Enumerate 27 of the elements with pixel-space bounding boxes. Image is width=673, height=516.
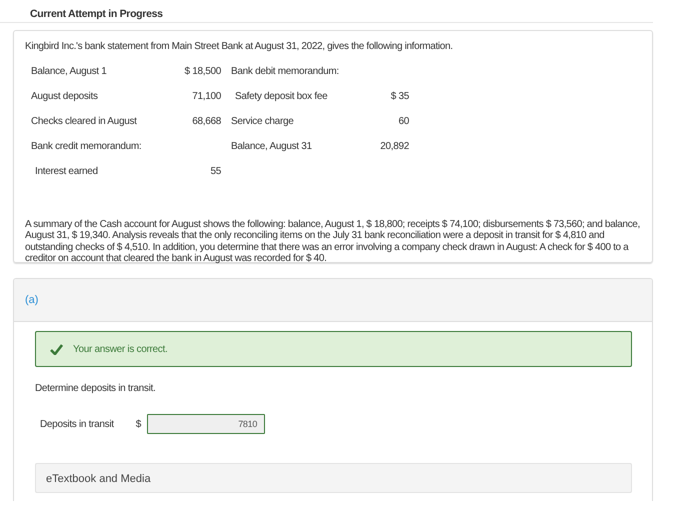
statement-label: Safety deposit box fee	[235, 90, 328, 102]
statement-label: Balance, August 31	[231, 140, 312, 152]
statement-amount: $ 35	[390, 90, 409, 102]
statement-label: Balance, August 1	[31, 66, 107, 78]
question-text: Determine deposits in transit.	[35, 383, 157, 394]
etextbook-media-bar[interactable]: eTextbook and Media	[35, 463, 632, 493]
page-heading: Current Attempt in Progress	[30, 8, 163, 20]
currency-symbol: $	[136, 418, 142, 430]
summary-paragraph: A summary of the Cash account for August shows the following: balance, August 1, $ 18,800; receipts $ 74,100; disbursements $ 73,560; and balance, August 31, $ 19,340. Analysis reveals that the only reconciling items on the July 31 bank reconciliation were a deposit in transit for $ 4,810 and outstanding checks of $ 4,510. In addition, you determine that there was an error involving a company check drawn in August: A check for $ 400 to a creditor on account that cleared the bank in August was recorded for $ 40.	[25, 218, 640, 264]
statement-label: Checks cleared in August	[31, 116, 137, 128]
statement-amount: 55	[210, 166, 221, 178]
statement-amount: $ 18,500	[184, 66, 221, 78]
feedback-message: Your answer is correct.	[73, 344, 168, 354]
answer-label: Deposits in transit	[40, 418, 114, 430]
answer-field[interactable]: 7810	[147, 414, 266, 434]
checkmark-icon	[50, 344, 63, 354]
statement-label: Bank debit memorandum:	[231, 66, 339, 78]
statement-amount: 68,668	[192, 116, 221, 128]
statement-amount: 71,100	[192, 90, 221, 102]
statement-label: August deposits	[31, 90, 98, 102]
intro-text: Kingbird Inc.'s bank statement from Main Street Bank at August 31, 2022, gives the following information.	[25, 41, 454, 52]
statement-label: Interest earned	[35, 166, 98, 178]
statement-label: Bank credit memorandum:	[31, 140, 142, 152]
part-label: (a)	[25, 294, 38, 306]
statement-amount: 20,892	[380, 140, 409, 152]
statement-label: Service charge	[231, 116, 294, 128]
statement-amount: 60	[398, 116, 409, 128]
